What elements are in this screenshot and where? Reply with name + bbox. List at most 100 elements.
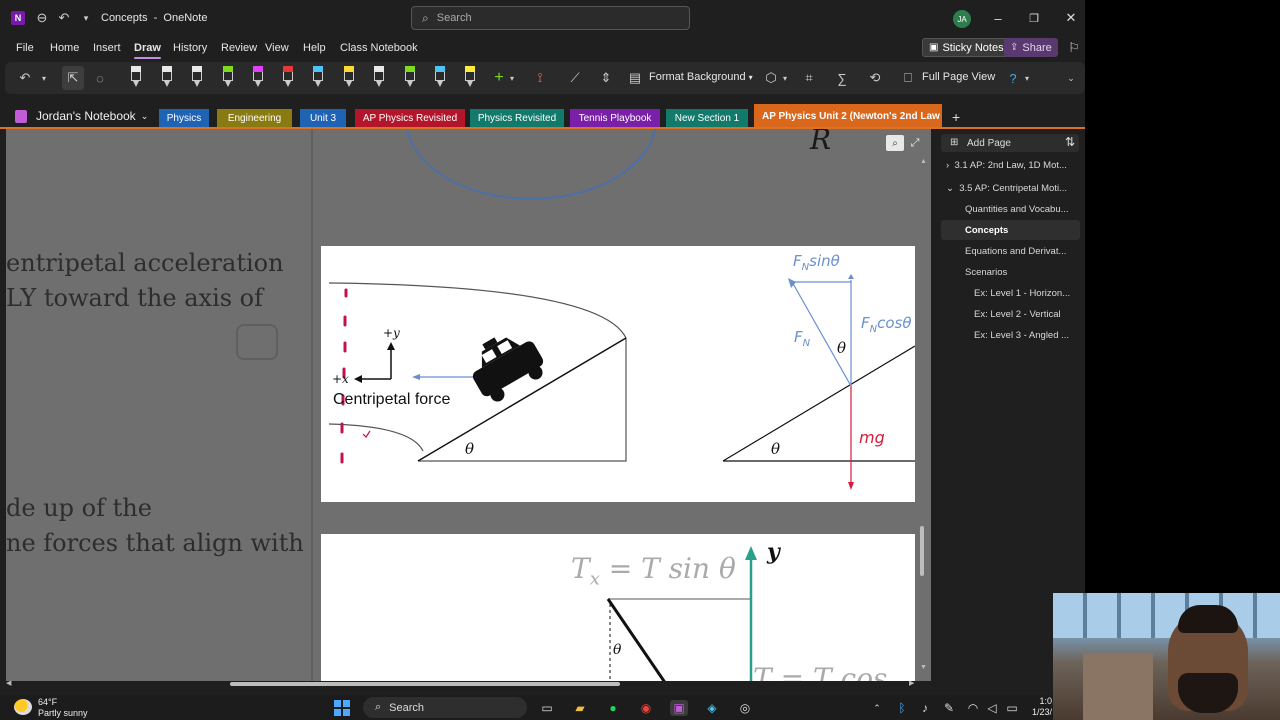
- pen-2-icon[interactable]: [160, 66, 174, 88]
- pen-6-icon[interactable]: [281, 66, 295, 88]
- section-tab-engineering[interactable]: Engineering: [217, 109, 292, 128]
- menu-draw[interactable]: Draw: [134, 42, 161, 59]
- scroll-down-icon[interactable]: ▼: [920, 664, 927, 671]
- add-pen-dropdown-icon[interactable]: ▾: [507, 66, 517, 90]
- file-explorer-icon[interactable]: ▰: [571, 700, 589, 716]
- chrome-icon[interactable]: ◉: [637, 700, 655, 716]
- help-dropdown-icon[interactable]: ▾: [1022, 66, 1032, 90]
- ribbon-collapse-icon[interactable]: ⌄: [1065, 66, 1077, 90]
- volume-icon[interactable]: ◁: [985, 700, 999, 716]
- menu-help[interactable]: Help: [303, 42, 326, 54]
- scroll-right-icon[interactable]: ▶: [909, 679, 914, 687]
- section-tab-unit-3[interactable]: Unit 3: [300, 109, 346, 128]
- page-scenarios[interactable]: Scenarios: [965, 267, 1085, 278]
- full-page-view-icon[interactable]: ⎕: [900, 66, 916, 90]
- weather-icon[interactable]: [14, 699, 32, 715]
- weather-widget[interactable]: 64°F Partly sunny: [38, 697, 88, 719]
- scroll-up-icon[interactable]: ▲: [920, 158, 927, 165]
- tension-diagram[interactable]: Tx = T sin θ y θ T = T cos: [321, 534, 915, 681]
- page-quantities-vocabulary[interactable]: Quantities and Vocabu...: [965, 204, 1085, 215]
- pen-1-icon[interactable]: [129, 66, 143, 88]
- close-icon[interactable]: ✕: [1063, 10, 1079, 26]
- menu-review[interactable]: Review: [221, 42, 257, 54]
- pen-10-icon[interactable]: [403, 66, 417, 88]
- horizontal-scroll-thumb[interactable]: [230, 682, 620, 686]
- add-pen-icon[interactable]: +: [492, 66, 506, 90]
- windows-start-icon[interactable]: [333, 700, 351, 716]
- shapes-dropdown-icon[interactable]: ▾: [780, 66, 790, 90]
- page-3-1-ap-2nd-law[interactable]: › 3.1 AP: 2nd Law, 1D Mot...: [946, 160, 1070, 171]
- section-tab-physics[interactable]: Physics: [159, 109, 209, 128]
- ruler-icon[interactable]: ⟋: [566, 66, 584, 90]
- menu-home[interactable]: Home: [50, 42, 79, 54]
- vertical-scroll-thumb[interactable]: [920, 526, 924, 576]
- horizontal-scrollbar[interactable]: ◀ ▶: [6, 679, 931, 689]
- section-tab-physics-revisited[interactable]: Physics Revisited: [470, 109, 564, 128]
- pen-3-icon[interactable]: [190, 66, 204, 88]
- tray-chevron-icon[interactable]: ⌃: [870, 700, 884, 716]
- task-view-icon[interactable]: ▭: [538, 700, 556, 716]
- page-concepts[interactable]: Concepts: [965, 225, 1085, 236]
- vertical-scrollbar[interactable]: ▲ ▼: [917, 158, 927, 676]
- comments-icon[interactable]: ⚐: [1066, 40, 1082, 56]
- page-ex-level-1[interactable]: Ex: Level 1 - Horizon...: [974, 288, 1085, 299]
- pen-9-icon[interactable]: [372, 66, 386, 88]
- sort-pages-icon[interactable]: ⇅: [1065, 135, 1075, 149]
- menu-insert[interactable]: Insert: [93, 42, 121, 54]
- search-input[interactable]: ⌕ Search: [411, 6, 690, 30]
- section-tab-new-section-1[interactable]: New Section 1: [666, 109, 748, 128]
- undo-dropdown-icon[interactable]: ▾: [39, 66, 49, 90]
- avatar[interactable]: JA: [953, 10, 971, 28]
- format-background-button[interactable]: Format Background ▾: [649, 71, 753, 83]
- battery-icon[interactable]: ▭: [1004, 700, 1020, 716]
- app-icon[interactable]: ◈: [703, 700, 721, 716]
- format-background-icon[interactable]: ▤: [627, 66, 643, 90]
- add-section-icon[interactable]: +: [952, 109, 960, 125]
- image-search-icon[interactable]: ⌕: [886, 135, 904, 151]
- pen-4-icon[interactable]: [221, 66, 235, 88]
- scroll-left-icon[interactable]: ◀: [6, 679, 11, 687]
- pen-7-icon[interactable]: [311, 66, 325, 88]
- insert-space-icon[interactable]: ⇕: [597, 66, 615, 90]
- minimize-icon[interactable]: –: [990, 10, 1006, 26]
- ink-to-text-icon[interactable]: ⌗: [800, 66, 818, 90]
- pen-11-icon[interactable]: [433, 66, 447, 88]
- page-equations-derivations[interactable]: Equations and Derivat...: [965, 246, 1085, 257]
- undo-ribbon-icon[interactable]: ↶: [17, 66, 33, 90]
- wifi-icon[interactable]: ◠: [966, 700, 980, 716]
- obs-icon[interactable]: ◎: [736, 700, 754, 716]
- menu-class-notebook[interactable]: Class Notebook: [340, 42, 418, 54]
- select-tool-icon[interactable]: ⇱: [62, 66, 84, 90]
- expand-icon[interactable]: ⤢: [906, 135, 924, 151]
- bluetooth-icon[interactable]: ᛒ: [895, 700, 909, 716]
- pen-5-icon[interactable]: [251, 66, 265, 88]
- taskbar-search[interactable]: ⌕ Search: [363, 697, 527, 718]
- menu-file[interactable]: File: [16, 42, 34, 54]
- pen-tray-icon[interactable]: ✎: [942, 700, 956, 716]
- share-button[interactable]: ⇪ Share: [1004, 38, 1058, 57]
- menu-history[interactable]: History: [173, 42, 207, 54]
- undo-icon[interactable]: ↶: [56, 10, 72, 26]
- ink-to-shape-icon[interactable]: ⟟: [531, 66, 549, 90]
- shapes-icon[interactable]: ⬡: [763, 66, 779, 90]
- page-3-5-ap-centripetal[interactable]: ⌄ 3.5 AP: Centripetal Moti...: [946, 183, 1070, 194]
- section-tab-ap-physics-unit-2[interactable]: AP Physics Unit 2 (Newton's 2nd Law ...: [754, 104, 942, 128]
- full-page-view-button[interactable]: Full Page View: [922, 71, 995, 83]
- restore-icon[interactable]: ❐: [1026, 10, 1042, 26]
- menu-view[interactable]: View: [265, 42, 289, 54]
- ink-to-math-icon[interactable]: ∑: [833, 66, 851, 90]
- page-canvas[interactable]: R ⌕ ⤢ entripetal acceleration LY toward …: [6, 129, 931, 681]
- notebook-picker[interactable]: Jordan's Notebook ⌄: [15, 109, 148, 123]
- back-icon[interactable]: ⊖: [34, 10, 50, 26]
- page-ex-level-2[interactable]: Ex: Level 2 - Vertical: [974, 309, 1085, 320]
- banked-curve-diagram[interactable]: +y +x Centripetal force θ θ θ FNsinθ FNc…: [321, 246, 915, 502]
- pen-12-icon[interactable]: [463, 66, 477, 88]
- add-page-button[interactable]: ⊞ Add Page: [941, 134, 1079, 152]
- help-icon[interactable]: ?: [1005, 66, 1021, 90]
- pen-8-icon[interactable]: [342, 66, 356, 88]
- onenote-taskbar-icon[interactable]: ▣: [670, 700, 688, 716]
- page-ex-level-3[interactable]: Ex: Level 3 - Angled ...: [974, 330, 1085, 341]
- spotify-icon[interactable]: ●: [604, 700, 622, 716]
- system-clock[interactable]: 1:0 1/23/: [1032, 696, 1052, 718]
- copilot-icon[interactable]: [236, 324, 278, 360]
